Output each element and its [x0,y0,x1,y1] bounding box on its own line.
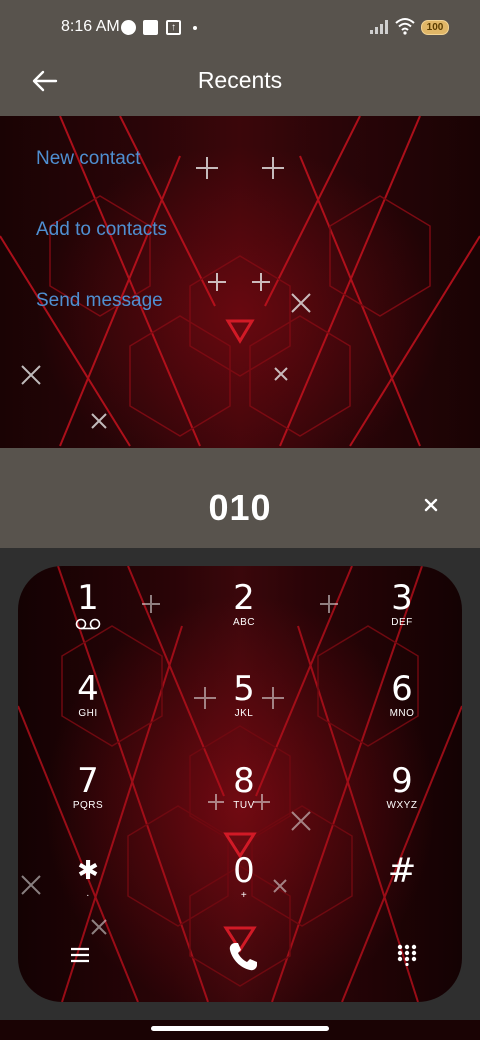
key-0[interactable]: 0 + [189,852,299,932]
key-letters: · [86,890,90,901]
upload-notification-icon: ↑ [166,20,181,35]
key-digit: 9 [391,761,413,801]
key-digit: 7 [77,761,99,801]
key-4[interactable]: 4 GHI [33,670,143,750]
home-gesture-handle[interactable] [151,1026,329,1031]
send-message-link[interactable]: Send message [36,290,163,312]
key-letters: MNO [389,708,415,719]
status-time: 8:16 AM [61,18,120,35]
key-letters: WXYZ [386,800,418,811]
add-to-contacts-link[interactable]: Add to contacts [36,219,167,241]
signal-icon [370,20,390,34]
voicemail-icon [75,618,101,630]
key-digit: 3 [391,578,413,618]
key-letters: DEF [391,617,413,628]
key-5[interactable]: 5 JKL [189,670,299,750]
new-contact-link[interactable]: New contact [36,148,141,170]
key-8[interactable]: 8 TUV [189,762,299,842]
dialed-number: 010 [208,487,272,528]
key-digit: ✱ [77,856,99,886]
more-notifications-icon [193,26,197,30]
key-digit: 2 [233,578,255,618]
key-letters: GHI [78,708,98,719]
dialpad-icon[interactable] [397,944,417,966]
key-9[interactable]: 9 WXYZ [347,762,457,842]
key-hash[interactable]: # [347,852,457,932]
key-6[interactable]: 6 MNO [347,670,457,750]
key-letters: PQRS [72,800,104,811]
phone-call-icon[interactable] [226,940,260,974]
status-bar: 8:16 AM ↑ 100 [0,0,480,56]
key-digit: 4 [77,669,99,709]
key-3[interactable]: 3 DEF [347,579,457,659]
key-digit: 5 [233,669,255,709]
notification-app-icon [121,20,136,35]
key-7[interactable]: 7 PQRS [33,762,143,842]
key-digit: 1 [77,578,99,618]
wifi-icon [395,18,415,35]
key-digit: 0 [233,851,255,891]
key-digit: 6 [391,669,413,709]
key-2[interactable]: 2 ABC [189,579,299,659]
key-letters: JKL [234,708,254,719]
battery-icon: 100 [421,20,449,35]
notification-square-icon [143,20,158,35]
key-digit: 8 [233,761,255,801]
close-icon[interactable] [420,494,442,516]
key-digit: # [387,851,417,891]
hamburger-menu-icon[interactable] [70,946,90,964]
key-star[interactable]: ✱ · [33,852,143,932]
key-1[interactable]: 1 [33,579,143,659]
page-title: Recents [197,67,283,93]
key-letters: + [240,890,248,901]
key-letters: TUV [233,800,255,811]
key-letters: ABC [232,617,256,628]
